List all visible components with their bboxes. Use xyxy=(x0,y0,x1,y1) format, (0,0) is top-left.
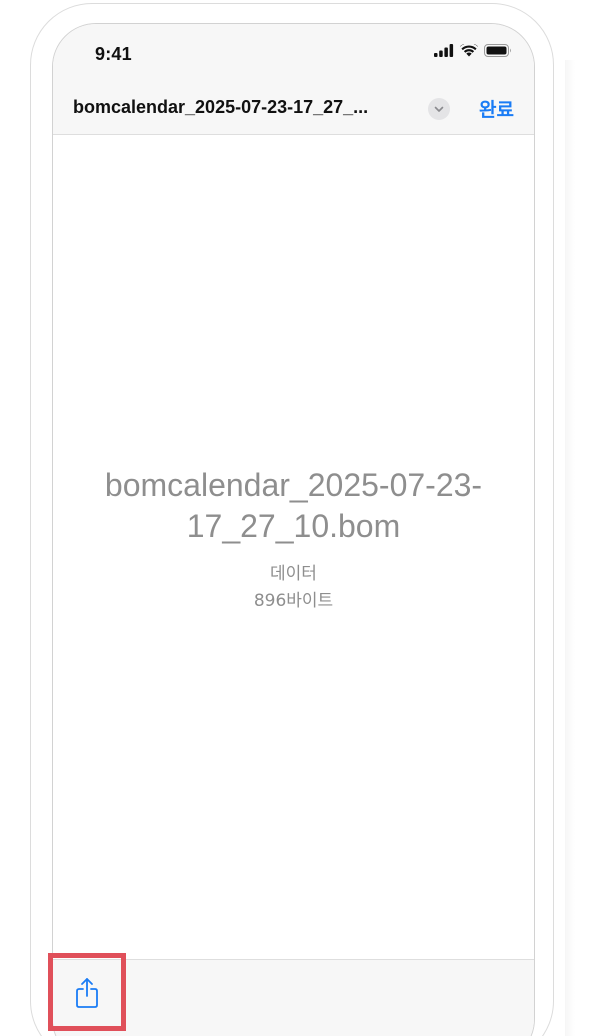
file-name: bomcalendar_2025-07-23- 17_27_10.bom xyxy=(53,465,534,547)
stage: 9:41 bomcalendar_2025-07-23-17_27_... 완료… xyxy=(0,0,593,1036)
status-icons xyxy=(434,42,512,62)
status-bar: 9:41 xyxy=(53,24,534,84)
navigation-bar: bomcalendar_2025-07-23-17_27_... 완료 xyxy=(53,86,534,132)
file-kind: 데이터 xyxy=(270,564,317,584)
wifi-icon xyxy=(460,42,478,62)
title-menu-button[interactable] xyxy=(428,98,450,120)
file-name-line-2: 17_27_10.bom xyxy=(186,508,401,544)
file-name-line-1: bomcalendar_2025-07-23- xyxy=(104,467,483,503)
battery-icon xyxy=(484,44,512,62)
phone-screen: 9:41 bomcalendar_2025-07-23-17_27_... 완료… xyxy=(52,23,535,1036)
status-time: 9:41 xyxy=(95,44,132,64)
chevron-down-icon xyxy=(434,100,444,118)
cellular-signal-icon xyxy=(434,44,454,62)
top-bar: 9:41 bomcalendar_2025-07-23-17_27_... 완료 xyxy=(53,24,534,135)
file-size: 896바이트 xyxy=(253,591,334,611)
highlight-box xyxy=(48,953,126,1031)
file-preview: bomcalendar_2025-07-23- 17_27_10.bom 데이터… xyxy=(53,135,534,959)
done-button[interactable]: 완료 xyxy=(479,95,514,122)
document-title: bomcalendar_2025-07-23-17_27_... xyxy=(73,97,369,117)
phone-shadow xyxy=(565,60,575,1036)
